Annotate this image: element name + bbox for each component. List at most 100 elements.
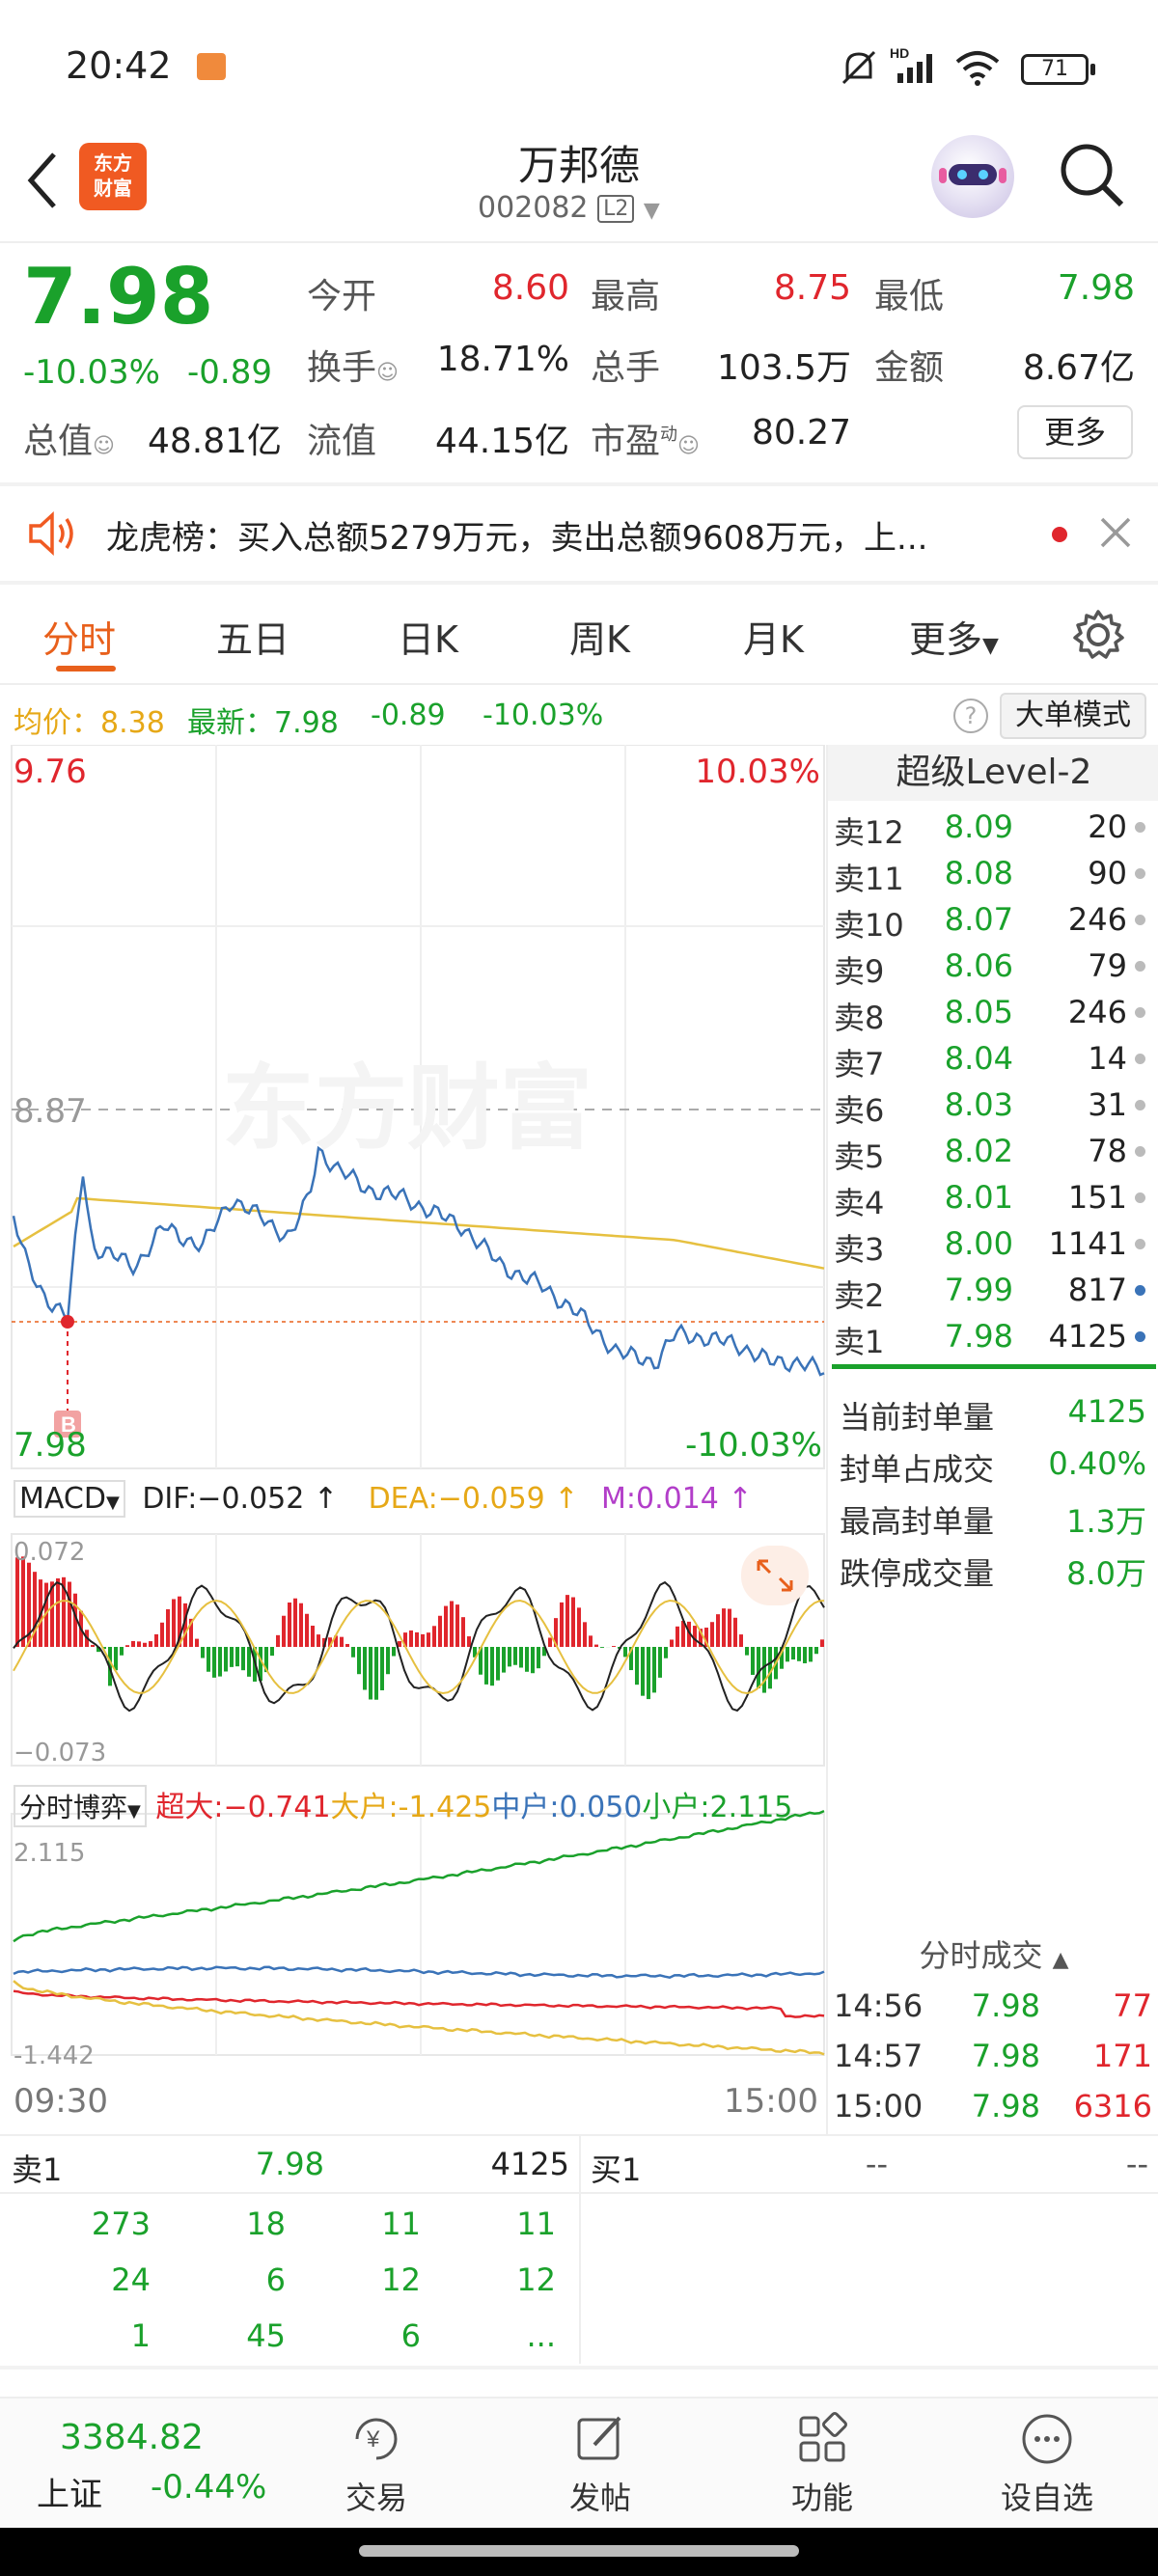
ask-row[interactable]: 卖4 8.01 151 <box>828 1175 1158 1221</box>
price-info-line: 均价：8.38 最新：7.98 -0.89 -10.03% ? 大单模式 <box>0 687 1158 745</box>
ask-price: 8.03 <box>944 1086 1013 1123</box>
queue-cell: 6 <box>265 2261 286 2298</box>
robot-assistant-icon[interactable] <box>931 135 1014 218</box>
avg-price-line <box>13 1196 825 1270</box>
l2-badge: L2 <box>597 195 635 223</box>
stock-code-row[interactable]: 002082 L2 ▼ <box>478 191 709 225</box>
quote-panel: 7.98 -10.03% -0.89 今开 8.60 最高 8.75 最低 7.… <box>0 243 1158 482</box>
expand-button[interactable] <box>741 1546 809 1605</box>
divider <box>0 683 1158 685</box>
flow-top-value: 2.115 <box>14 1839 86 1868</box>
ask-level: 卖7 <box>834 1046 885 1082</box>
mktcap-label: 总值☺ <box>23 422 115 461</box>
chart-tabs: 分时 五日 日K 周K 月K 更多▼ <box>0 585 1158 685</box>
level2-panel: 超级Level-2 卖12 8.09 20 卖11 8.08 90 卖10 8.07 246 卖9… <box>826 745 1158 2134</box>
big-order-mode-button[interactable]: 大单模式 <box>1000 693 1146 739</box>
notice-text: 龙虎榜：买入总额5279万元，卖出总额9608万元，上... <box>106 519 928 558</box>
search-icon[interactable] <box>1054 137 1131 214</box>
seal-label: 当前封单量 <box>840 1399 995 1436</box>
volume-label: 总手 <box>591 348 661 388</box>
ask-row[interactable]: 卖9 8.06 79 <box>828 944 1158 990</box>
time-end: 15:00 <box>724 2082 818 2121</box>
help-icon[interactable]: ? <box>953 699 988 733</box>
ask-row[interactable]: 卖10 8.07 246 <box>828 897 1158 944</box>
queue-cell: 18 <box>246 2206 286 2242</box>
price-line <box>12 1145 825 1377</box>
ask-volume: 246 <box>1067 994 1127 1030</box>
ask-row[interactable]: 卖2 7.99 817 <box>828 1268 1158 1314</box>
queue-row: 273 18 11 11 <box>0 2200 579 2256</box>
ask-level: 卖8 <box>834 1000 885 1036</box>
queue-cell: 273 <box>91 2206 151 2242</box>
index-widget[interactable]: 3384.82 上证 -0.44% <box>0 2398 280 2530</box>
mid-holder-line <box>13 1965 825 1980</box>
nav-trade[interactable]: ¥ 交易 <box>318 2398 434 2530</box>
tab-monthly-k[interactable]: 月K <box>743 610 804 663</box>
seal-value: 1.3万 <box>1066 1503 1146 1540</box>
svg-text:¥: ¥ <box>366 2426 380 2453</box>
tab-more[interactable]: 更多▼ <box>909 610 999 663</box>
ask-volume: 78 <box>1088 1133 1127 1169</box>
tab-five-day[interactable]: 五日 <box>216 610 290 663</box>
close-icon[interactable] <box>1098 515 1133 550</box>
flow-large-value: 大户:-1.425 <box>330 1791 492 1824</box>
index-name: 上证 <box>37 2476 102 2514</box>
flow-selector[interactable]: 分时博弈▼ <box>14 1785 147 1827</box>
ask-row[interactable]: 卖11 8.08 90 <box>828 851 1158 897</box>
ask-row[interactable]: 卖12 8.09 20 <box>828 805 1158 851</box>
tab-weekly-k[interactable]: 周K <box>569 610 630 663</box>
back-icon[interactable] <box>21 147 64 214</box>
open-label: 今开 <box>307 277 377 316</box>
ask-price: 8.04 <box>944 1040 1013 1077</box>
queue-row: 24 6 12 12 <box>0 2256 579 2312</box>
change-percent: -10.03% <box>23 353 160 392</box>
nav-functions[interactable]: 功能 <box>764 2398 880 2530</box>
macd-header: MACD▼ DIF:−0.052 ↑ DEA:−0.059 ↑ M:0.014 … <box>14 1480 824 1522</box>
flow-header: 分时博弈▼ 超大:−0.741大户:-1.425中户:0.050小户:2.115 <box>14 1783 824 1827</box>
watermark: 东方财富 <box>222 1057 593 1161</box>
ask-dot <box>1135 868 1145 879</box>
dropdown-icon: ▼ <box>982 634 999 658</box>
ask-volume: 14 <box>1088 1040 1127 1077</box>
flow-super-value: 超大:−0.741 <box>155 1791 331 1824</box>
seal-value: 4125 <box>1067 1393 1146 1430</box>
home-indicator[interactable] <box>359 2545 799 2557</box>
level2-title[interactable]: 超级Level-2 <box>828 745 1158 801</box>
index-change: -0.44% <box>151 2468 267 2507</box>
queue-cell: 11 <box>516 2206 556 2242</box>
ask-price: 8.01 <box>944 1179 1013 1216</box>
ask-row[interactable]: 卖8 8.05 246 <box>828 990 1158 1036</box>
settings-gear-icon[interactable] <box>1069 606 1127 664</box>
ask-row[interactable]: 卖7 8.04 14 <box>828 1036 1158 1082</box>
queue-sell-vol: 4125 <box>490 2146 569 2182</box>
tick-row: 14:57 7.98 171 <box>828 2034 1158 2084</box>
ask-level: 卖9 <box>834 953 885 990</box>
stock-code: 002082 <box>478 191 589 225</box>
app-logo: 东方 财富 <box>79 143 147 210</box>
low-label: 最低 <box>874 277 945 316</box>
ask-row[interactable]: 卖3 8.00 1141 <box>828 1221 1158 1268</box>
chart-mid-price: 8.87 <box>14 1092 87 1131</box>
ticks-title[interactable]: 分时成交 ▲ <box>828 1932 1158 1976</box>
ask-level: 卖5 <box>834 1138 885 1175</box>
ask-row[interactable]: 卖1 7.98 4125 <box>828 1314 1158 1360</box>
latest-pct: -10.03% <box>482 699 604 732</box>
change-amount: -0.89 <box>187 353 272 392</box>
ask-dot <box>1135 1100 1145 1110</box>
ask-row[interactable]: 卖5 8.02 78 <box>828 1129 1158 1175</box>
nav-trade-label: 交易 <box>345 2480 407 2516</box>
nav-functions-label: 功能 <box>790 2480 853 2516</box>
notice-bar[interactable]: 龙虎榜：买入总额5279万元，卖出总额9608万元，上... <box>0 486 1158 579</box>
tab-daily-k[interactable]: 日K <box>398 610 458 663</box>
more-button[interactable]: 更多 <box>1017 405 1133 459</box>
ask-list: 卖12 8.09 20 卖11 8.08 90 卖10 8.07 246 卖9 8.06 79 卖8 8.… <box>828 805 1158 1360</box>
more-dots-icon <box>1022 2414 1072 2464</box>
macd-selector[interactable]: MACD▼ <box>14 1480 125 1518</box>
nav-post[interactable]: 发帖 <box>542 2398 658 2530</box>
tick-list: 14:56 7.98 77 14:57 7.98 171 15:00 7.98 6316 <box>828 1984 1158 2134</box>
latest-price: 最新：7.98 <box>187 706 339 740</box>
ask-row[interactable]: 卖6 8.03 31 <box>828 1082 1158 1129</box>
tab-intraday[interactable]: 分时 <box>42 610 116 663</box>
nav-add-watchlist[interactable]: 设自选 <box>984 2398 1110 2530</box>
stock-name: 万邦德 <box>517 142 640 189</box>
